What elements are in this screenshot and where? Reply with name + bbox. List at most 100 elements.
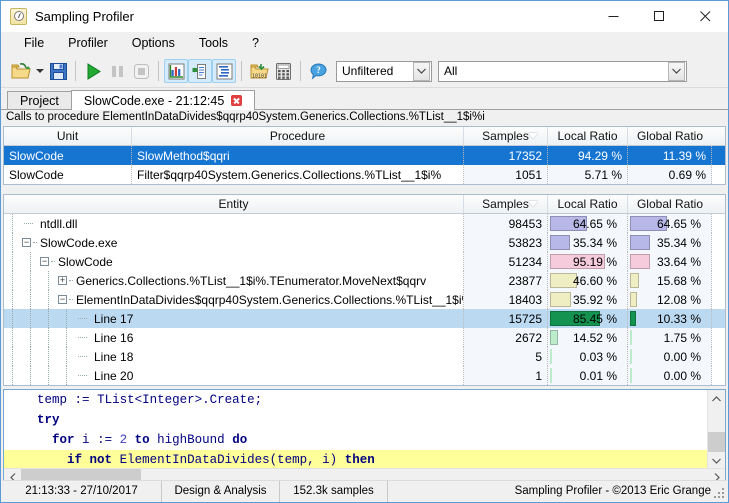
col-global-ratio[interactable]: Global Ratio	[628, 195, 712, 213]
tree-view-button[interactable]	[212, 59, 236, 83]
maximize-button[interactable]	[636, 1, 682, 31]
tab-strip: Project SlowCode.exe - 21:12:45	[1, 88, 728, 110]
calls-grid: Unit Procedure Samples Local Ratio Globa…	[3, 126, 726, 185]
help-balloon-button[interactable]: ?	[306, 59, 330, 83]
code-lines[interactable]: temp := TList<Integer>.Create; try for i…	[4, 390, 708, 469]
tree-leaf-icon	[76, 366, 91, 385]
scope-combo[interactable]: All	[438, 60, 687, 82]
code-line[interactable]: for i := 2 to highBound do	[4, 430, 708, 450]
report-view-button[interactable]	[188, 59, 212, 83]
cell-samples: 15725	[464, 309, 548, 328]
pause-button[interactable]	[105, 59, 129, 83]
scroll-down-icon[interactable]	[708, 452, 725, 469]
tree-row[interactable]: − SlowCode 51234 95.19 % 33.64 %	[4, 252, 725, 271]
close-button[interactable]	[682, 1, 728, 31]
tree-row[interactable]: ntdll.dll 98453 64.65 % 64.65 %	[4, 214, 725, 233]
cell-entity: − SlowCode.exe	[4, 233, 464, 252]
ratio-value: 0.01 %	[579, 368, 617, 383]
menu-tools[interactable]: Tools	[188, 33, 239, 54]
tree-leaf-icon	[76, 328, 91, 347]
vertical-scroll-thumb[interactable]	[708, 432, 725, 454]
scroll-up-icon[interactable]	[708, 390, 725, 407]
status-samples: 152.3k samples	[280, 480, 388, 502]
code-token: ElementInDataDivides	[119, 453, 270, 467]
calls-grid-body: SlowCode SlowMethod$qqri 17352 94.29 % 11.39…	[4, 146, 725, 184]
ratio-value: 46.60 %	[572, 273, 617, 288]
minimize-button[interactable]	[590, 1, 636, 31]
open-button[interactable]	[9, 59, 33, 83]
tree-row[interactable]: − ElementInDataDivides$qqrp40System.Gener…	[4, 290, 725, 309]
chevron-down-icon[interactable]	[413, 61, 430, 81]
code-line[interactable]: if not ElementInDataDivides(temp, i) the…	[4, 450, 708, 469]
col-local-ratio[interactable]: Local Ratio	[548, 127, 628, 145]
source-code-editor[interactable]: temp := TList<Integer>.Create; try for i…	[3, 389, 726, 487]
save-button[interactable]	[46, 59, 70, 83]
tree-row[interactable]: + Generics.Collections.%TList__1$i%.TEnum…	[4, 271, 725, 290]
tree-row[interactable]: Line 18 5 0.03 % 0.00 %	[4, 347, 725, 366]
status-timestamp: 21:13:33 - 27/10/2017	[2, 480, 162, 502]
collapse-icon[interactable]: −	[58, 290, 73, 309]
filter-combo[interactable]: Unfiltered	[336, 60, 432, 82]
code-line[interactable]: temp := TList<Integer>.Create;	[4, 390, 708, 410]
tree-row[interactable]: Line 16 2672 14.52 % 1.75 %	[4, 328, 725, 347]
col-samples[interactable]: Samples	[464, 195, 548, 213]
cell-entity: − ElementInDataDivides$qqrp40System.Gener…	[4, 290, 464, 309]
cell-samples: 51234	[464, 252, 548, 271]
col-local-ratio[interactable]: Local Ratio	[548, 195, 628, 213]
ratio-value: 64.65 %	[656, 216, 701, 231]
cell-procedure: Filter$qqrp40System.Generics.Collections…	[132, 165, 464, 184]
tab-slowcode[interactable]: SlowCode.exe - 21:12:45	[70, 90, 256, 110]
ratio-value: 35.92 %	[572, 292, 617, 307]
col-procedure[interactable]: Procedure	[132, 127, 464, 145]
tree-row-label: Line 17	[94, 311, 134, 326]
cell-samples: 5	[464, 347, 548, 366]
menu-profiler[interactable]: Profiler	[57, 33, 119, 54]
status-copyright: Sampling Profiler - ©2013 Eric Grange	[514, 485, 711, 497]
code-token: TList	[97, 393, 135, 407]
code-token: temp	[37, 393, 68, 407]
cell-global-ratio: 15.68 %	[628, 271, 712, 290]
table-row[interactable]: SlowCode SlowMethod$qqri 17352 94.29 % 11.39…	[4, 146, 725, 165]
collapse-icon[interactable]: −	[40, 252, 55, 271]
toolbar-separator	[75, 61, 76, 81]
col-samples[interactable]: Samples	[464, 127, 548, 145]
ratio-value: 33.64 %	[656, 254, 701, 269]
chevron-down-icon[interactable]	[668, 61, 685, 81]
col-entity[interactable]: Entity	[4, 195, 464, 213]
tree-row[interactable]: Line 20 1 0.01 % 0.00 %	[4, 366, 725, 385]
tree-row[interactable]: − SlowCode.exe 53823 35.34 % 35.34 %	[4, 233, 725, 252]
tree-row[interactable]: Line 17 15725 85.45 % 10.33 %	[4, 309, 725, 328]
close-icon[interactable]	[231, 95, 243, 106]
code-keyword: do	[232, 433, 248, 447]
cell-global-ratio: 0.69 %	[628, 165, 712, 184]
expand-icon[interactable]: +	[58, 271, 73, 290]
resize-grip-icon[interactable]	[713, 487, 724, 498]
col-unit[interactable]: Unit	[4, 127, 132, 145]
menu-file[interactable]: File	[13, 33, 55, 54]
tree-leaf-icon	[22, 214, 37, 233]
table-row[interactable]: SlowCode Filter$qqrp40System.Generics.Col…	[4, 165, 725, 184]
bar-chart-view-button[interactable]	[164, 59, 188, 83]
sort-descending-icon	[528, 133, 538, 139]
col-global-ratio[interactable]: Global Ratio	[628, 127, 712, 145]
tab-project[interactable]: Project	[7, 91, 72, 110]
cell-global-ratio: 64.65 %	[628, 214, 712, 233]
code-token: <	[134, 393, 143, 407]
open-binary-button[interactable]: 10101	[247, 59, 271, 83]
tree-leaf-icon	[76, 309, 91, 328]
code-line[interactable]: try	[4, 410, 708, 430]
collapse-icon[interactable]: −	[22, 233, 37, 252]
calculator-button[interactable]	[271, 59, 295, 83]
cell-global-ratio: 0.00 %	[628, 347, 712, 366]
status-bar: 21:13:33 - 27/10/2017 Design & Analysis …	[2, 480, 727, 502]
run-button[interactable]	[81, 59, 105, 83]
cell-samples: 1051	[464, 165, 548, 184]
stop-button[interactable]	[129, 59, 153, 83]
open-dropdown-button[interactable]	[33, 59, 46, 83]
menu-options[interactable]: Options	[121, 33, 186, 54]
menu-help[interactable]: ?	[241, 33, 270, 54]
filter-combo-value: Unfiltered	[342, 64, 394, 78]
editor-vertical-scrollbar[interactable]	[707, 390, 725, 469]
